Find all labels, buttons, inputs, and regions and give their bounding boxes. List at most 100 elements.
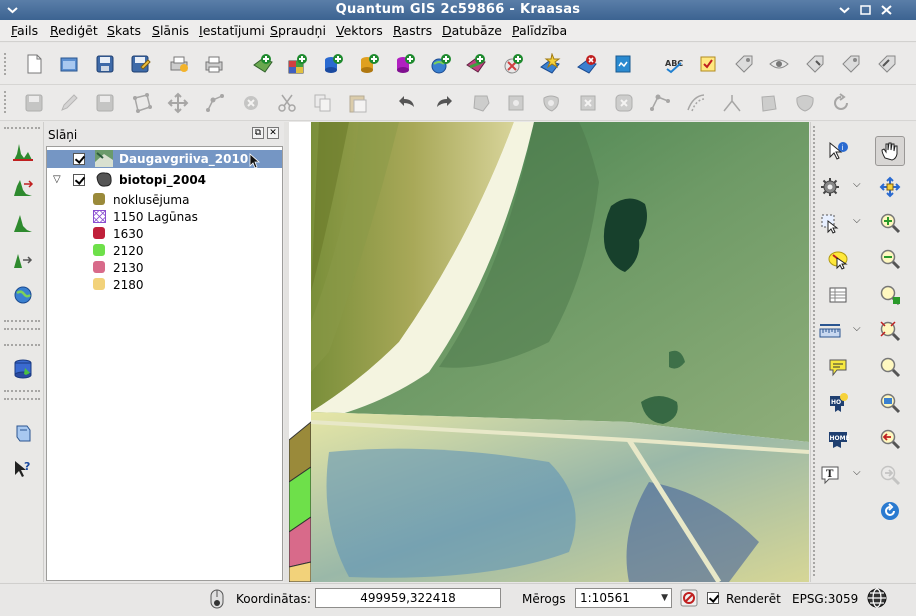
open-attribute-table-button[interactable] [825,282,851,308]
show-hide-button[interactable] [766,51,792,77]
whats-this-button[interactable]: ? [10,456,36,482]
toggle-extents-button[interactable] [206,588,228,610]
pan-map-button[interactable] [875,136,905,166]
deselect-features-button[interactable] [825,246,851,272]
chevron-down-icon[interactable]: ⌵ [853,323,861,334]
crs-status-button[interactable] [866,587,888,609]
zoom-to-native-resolution-button[interactable] [877,282,903,308]
help-contents-button[interactable] [10,420,36,446]
save-as-button[interactable] [127,51,153,77]
add-wfs-layer-button[interactable] [500,51,526,77]
crs-label[interactable]: EPSG:3059 [792,592,858,606]
map-tips-button[interactable] [825,354,851,380]
measure-line-button[interactable] [817,318,843,344]
add-vector-layer-button[interactable] [250,51,276,77]
local-histogram-stretch-button[interactable] [10,138,36,164]
menu-view[interactable]: Skats [107,23,141,38]
menu-settings[interactable]: Iestatījumi [199,23,265,38]
add-postgis-layer-button[interactable] [320,51,346,77]
style-manager-button[interactable] [695,51,721,77]
pan-to-selection-button[interactable] [877,174,903,200]
maximize-button[interactable] [857,2,874,18]
add-feature-button[interactable] [129,90,155,116]
new-shapefile-button[interactable] [537,51,563,77]
rotate-point-symbols-button[interactable] [828,90,854,116]
select-features-button[interactable] [817,210,843,236]
text-annotation-button[interactable]: T [817,462,843,488]
rotate-label-button[interactable] [838,51,864,77]
zoom-to-layer-button[interactable] [877,354,903,380]
layer-row-vector[interactable]: ▽ biotopi_2004 [47,171,282,189]
full-histogram-stretch-button[interactable] [10,174,36,200]
new-bookmark-button[interactable]: HO [825,390,851,416]
copy-features-button[interactable] [310,90,336,116]
menu-help[interactable]: Palīdzība [512,23,567,38]
new-project-button[interactable] [21,51,47,77]
merge-attributes-button[interactable] [792,90,818,116]
add-mssql-layer-button[interactable] [392,51,418,77]
add-wcs-layer-button[interactable] [463,51,489,77]
delete-selected-button[interactable] [238,90,264,116]
show-bookmarks-button[interactable]: HOME [825,426,851,452]
pin-labels-button[interactable] [802,51,828,77]
gps-tools-button[interactable] [610,51,636,77]
close-panel-button[interactable]: ✕ [267,127,279,139]
zoom-in-button[interactable] [877,210,903,236]
add-wms-layer-button[interactable] [428,51,454,77]
menu-edit[interactable]: Rediģēt [50,23,98,38]
add-raster-layer-button[interactable] [285,51,311,77]
layer-visibility-checkbox[interactable] [73,153,85,165]
tag-tool-button[interactable] [731,51,757,77]
new-print-composer-button[interactable] [166,51,192,77]
minimize-button[interactable] [836,2,853,18]
refresh-button[interactable] [877,498,903,524]
save-layer-edits-button[interactable] [92,90,118,116]
menu-plugins[interactable]: Spraudņi [270,23,326,38]
save-edits-button[interactable] [21,90,47,116]
scale-combobox[interactable]: 1:10561 ▼ [575,588,672,608]
chevron-down-icon[interactable]: ⌵ [853,179,861,190]
menu-raster[interactable]: Rastrs [393,23,432,38]
redo-button[interactable] [431,90,457,116]
add-globe-button[interactable] [10,282,36,308]
toolbar-grip[interactable] [4,127,40,132]
delete-part-button[interactable] [611,90,637,116]
zoom-last-button[interactable] [877,426,903,452]
print-button[interactable] [201,51,227,77]
menu-layer[interactable]: Slānis [152,23,189,38]
run-feature-action-button[interactable] [817,174,843,200]
delete-ring-button[interactable] [575,90,601,116]
open-project-button[interactable] [56,51,82,77]
render-checkbox[interactable] [707,592,719,604]
simplify-feature-button[interactable] [468,90,494,116]
offset-curve-button[interactable] [683,90,709,116]
cut-features-button[interactable] [274,90,300,116]
zoom-out-button[interactable] [877,246,903,272]
toolbar-grip[interactable] [4,53,9,75]
change-label-button[interactable] [874,51,900,77]
spell-check-button[interactable]: ABC [661,51,687,77]
chevron-down-icon[interactable]: ▼ [661,589,668,607]
menu-database[interactable]: Datubāze [442,23,502,38]
split-features-button[interactable] [719,90,745,116]
collapse-arrow-icon[interactable]: ▽ [53,174,61,185]
db-manager-button[interactable] [10,356,36,382]
zoom-to-selection-button[interactable] [877,390,903,416]
toggle-editing-button[interactable] [56,90,82,116]
remove-layer-button[interactable] [574,51,600,77]
merge-features-button[interactable] [756,90,782,116]
chevron-down-icon[interactable]: ⌵ [853,215,861,226]
zoom-full-button[interactable] [877,318,903,344]
toolbar-grip[interactable] [4,344,40,349]
add-ring-button[interactable] [503,90,529,116]
save-project-button[interactable] [92,51,118,77]
reshape-features-button[interactable] [647,90,673,116]
toolbar-grip[interactable] [4,398,40,403]
menu-file[interactable]: Fails [11,23,38,38]
stop-rendering-button[interactable] [679,588,699,608]
add-spatialite-layer-button[interactable] [356,51,382,77]
stretch-histogram-button[interactable] [10,246,36,272]
float-panel-button[interactable]: ⧉ [252,127,264,139]
paste-features-button[interactable] [345,90,371,116]
toolbar-grip[interactable] [4,91,9,113]
